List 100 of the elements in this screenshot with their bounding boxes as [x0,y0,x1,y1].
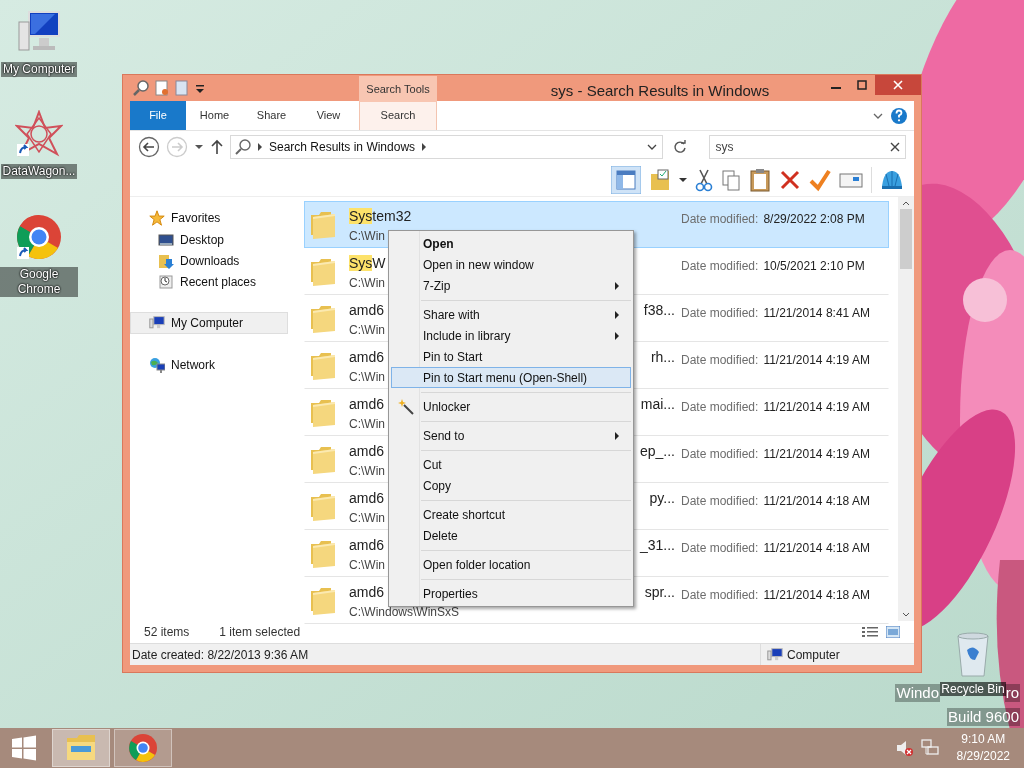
minimize-icon [831,87,841,89]
date-value: 11/21/2014 4:19 AM [763,399,870,416]
refresh-icon[interactable] [673,140,688,154]
taskbar-app[interactable] [114,729,172,767]
network-icon[interactable] [920,739,939,757]
menu-item[interactable]: Pin to Start menu (Open-Shell) [391,367,631,388]
menu-item[interactable]: 7-Zip [391,275,631,296]
nav-item[interactable]: Network [130,354,288,376]
address-bar[interactable]: Search Results in Windows [230,135,664,159]
ribbon-tab[interactable]: Share [243,101,300,130]
date-label: Date modified: [681,352,759,369]
recent-locations-caret-icon[interactable] [194,142,204,152]
date-value: 11/21/2014 4:18 AM [763,587,870,604]
scrollbar[interactable] [898,197,914,621]
desktop-icon-label[interactable]: DataWagon... [0,164,78,179]
menu-item[interactable]: Include in library [391,325,631,346]
menu-item[interactable]: Share with [391,304,631,325]
folder-icon [65,734,97,762]
file-path: C:\Win [349,227,385,244]
date-value: 11/21/2014 4:18 AM [763,540,870,557]
muted-speaker-icon[interactable] [894,739,913,757]
monitor-icon [158,231,174,248]
file-name: f38... [643,301,675,320]
file-name: amd6 [349,583,385,602]
menu-item[interactable]: Open in new window [391,254,631,275]
desktop-icon-label[interactable]: Recycle Bin [940,682,1006,696]
nav-item[interactable]: My Computer [130,312,288,334]
maximize-icon [857,80,867,90]
desktop-icon-label[interactable]: Google Chrome [0,267,78,297]
date-label: Date modified: [681,493,759,510]
file-name: ep_... [639,442,675,461]
navigation-pane-icon[interactable] [611,165,641,194]
date-value: 11/21/2014 4:18 AM [763,493,870,510]
ribbon-tab[interactable]: File [130,101,186,130]
date-value: 11/21/2014 8:41 AM [763,305,870,322]
menu-item[interactable]: Unlocker [391,396,631,417]
menu-item[interactable]: Send to [391,425,631,446]
menu-item[interactable]: Copy [391,475,631,496]
desktop-icon-label[interactable]: My Computer [1,62,77,77]
windows-logo-icon [11,735,37,761]
up-arrow-icon[interactable] [210,139,224,155]
recent-places-icon [158,273,174,290]
large-icons-view-icon[interactable] [886,626,900,638]
menu-item[interactable]: Properties [391,583,631,604]
search-icon [133,80,149,96]
file-path: C:\Win [349,368,385,385]
file-name: amd6 [349,301,385,320]
download-folder-icon [158,252,174,269]
date-value: 11/21/2014 4:19 AM [763,446,870,463]
details-view-icon[interactable] [862,626,878,638]
ribbon-tab[interactable]: Search [359,101,437,130]
folder-options-icon[interactable] [649,167,671,192]
nav-item[interactable]: Desktop [130,229,288,250]
nav-item[interactable]: Recent places [130,271,288,292]
nav-item[interactable]: Favorites [130,207,288,229]
date-value: 8/29/2022 2:08 PM [763,211,865,228]
checkmark-icon[interactable] [809,167,831,192]
file-path: C:\Win [349,321,385,338]
clipboard-icon[interactable] [749,167,771,192]
submenu-arrow-icon [614,331,620,340]
file-name: mai... [640,395,675,414]
clear-search-icon [890,142,900,152]
address-path[interactable]: Search Results in Windows [269,138,416,156]
back-icon[interactable] [138,136,160,158]
watermark-text: ro [1004,684,1020,702]
submenu-arrow-icon [614,310,620,319]
window-title: sys - Search Results in Windows [549,81,771,101]
search-field[interactable]: sys [709,135,906,159]
status-text: 1 item selected [219,624,301,641]
close-button[interactable] [875,75,921,95]
submenu-arrow-icon [614,281,620,290]
date-label: Date modified: [681,540,759,557]
menu-item[interactable]: Open folder location [391,554,631,575]
taskbar-app[interactable] [52,729,110,767]
magic-wand-icon [398,398,414,415]
file-name: amd6 [349,536,385,555]
menu-item[interactable]: Create shortcut [391,504,631,525]
date-label: Date modified: [681,258,759,275]
nav-item[interactable]: Downloads [130,250,288,271]
date-label: Date modified: [681,399,759,416]
ribbon-tab[interactable]: Home [186,101,243,130]
watermark-text: Windo [895,684,940,702]
date-value: 11/21/2014 4:19 AM [763,352,870,369]
copy-icon[interactable] [721,167,741,192]
status-text: Date created: 8/22/2013 9:36 AM [131,646,310,664]
file-path: C:\Win [349,415,385,432]
file-name: rh... [650,348,675,367]
status-text: Computer [787,646,840,664]
scroll-thumb[interactable] [900,209,912,269]
date-label: Date modified: [681,211,759,228]
menu-item[interactable]: Cut [391,454,631,475]
ribbon-tab[interactable]: View [300,101,357,130]
cut-icon[interactable] [695,167,713,192]
menu-item[interactable]: Delete [391,525,631,546]
date-value: 10/5/2021 2:10 PM [763,258,865,275]
date-label: Date modified: [681,587,759,604]
file-path: C:\Win [349,462,385,479]
menu-item[interactable]: Pin to Start [391,346,631,367]
date-label: Date modified: [681,305,759,322]
date-label: Date modified: [681,446,759,463]
